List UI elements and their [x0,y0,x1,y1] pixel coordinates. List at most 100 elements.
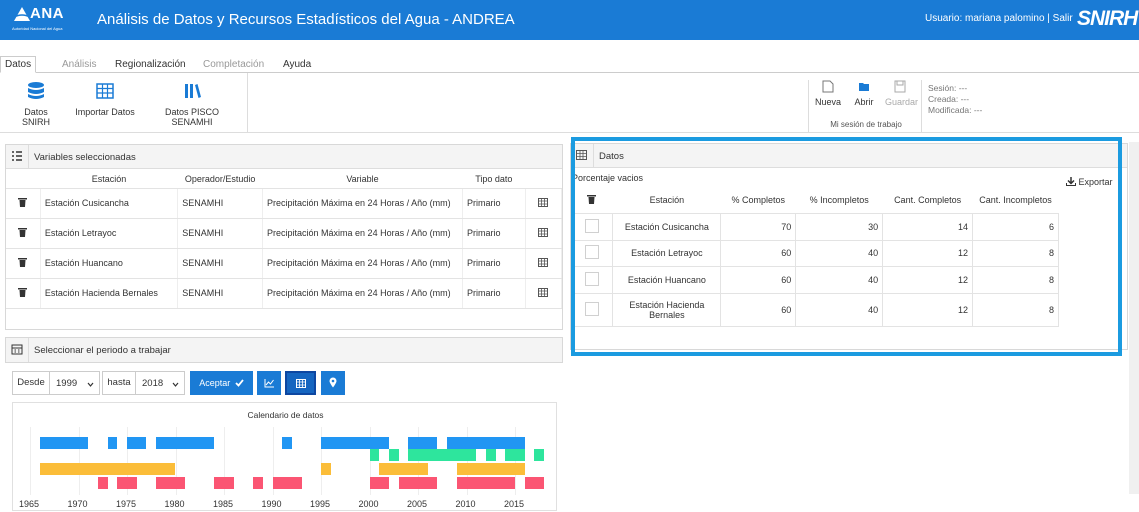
guardar-button[interactable]: Guardar [885,80,919,107]
delete-button[interactable] [6,218,41,249]
view-table-button[interactable] [525,278,563,309]
desde-value: 1999 [56,378,78,389]
table-row: Estación Cusicancha SENAMHI Precipitació… [6,188,563,219]
import-data-label: Importar Datos [75,107,135,117]
hasta-label: hasta [103,372,136,394]
tipo-cell: Primario [462,218,526,249]
operador-cell: SENAMHI [177,188,264,219]
table-icon [538,287,549,297]
calendar-bar [39,463,176,475]
calendar-bar [214,477,234,489]
hasta-value: 2018 [142,378,164,389]
guardar-label: Guardar [885,97,919,107]
x-tick-label: 1990 [261,499,282,509]
tipo-cell: Primario [462,278,526,309]
view-table-button[interactable] [525,218,563,249]
calendar-bar [321,437,389,449]
variable-cell: Precipitación Máxima en 24 Horas / Año (… [262,188,463,219]
period-panel-header: Seleccionar el periodo a trabajar [6,338,562,362]
table-row: Estación Letrayoc SENAMHI Precipitación … [6,218,563,249]
map-view-button[interactable] [321,371,345,395]
pisco-senamhi-label: Datos PISCO SENAMHI [164,107,220,127]
variables-panel-header: Variables seleccionadas [6,145,562,169]
desde-select[interactable]: Desde 1999 [12,371,100,395]
logo-text: ANA [30,5,64,22]
highlight-frame [571,137,1122,356]
table-icon [538,257,549,267]
calendar-bar [505,449,525,461]
session-caption: Mi sesión de trabajo [830,120,902,129]
column-header: Estación [40,170,178,189]
grid-line [30,427,31,495]
view-table-button[interactable] [525,188,563,219]
table-view-button[interactable] [285,371,316,395]
app-title: Análisis de Datos y Recursos Estadístico… [97,11,515,28]
calendar-bar [408,449,477,461]
session-modified: Modificada: --- [928,105,983,115]
map-marker-icon [329,377,337,388]
calendar-bar [456,463,525,475]
table-header-row: Estación Operador/Estudio Variable Tipo … [6,170,562,189]
chevron-down-icon [87,382,94,387]
nueva-button[interactable]: Nueva [813,80,843,107]
chevron-down-icon [172,382,179,387]
session-name: Sesión: --- [928,83,968,93]
calendar-bar [156,477,186,489]
desde-label: Desde [13,372,50,394]
calendar-icon [11,344,23,355]
user-logout-link[interactable]: Usuario: mariana palomino | Salir [925,13,1073,24]
data-calendar-chart: Calendario de datos 1965 1970 1975 1980 1985… [12,402,557,511]
calendar-bar [107,437,118,449]
header-separator [28,338,29,362]
table-icon [96,83,114,99]
hasta-select[interactable]: hasta 2018 [102,371,185,395]
session-created: Creada: --- [928,94,970,104]
calendar-bar [369,477,389,489]
calendar-bar [534,449,545,461]
delete-button[interactable] [6,278,41,309]
calendar-bar [524,477,545,489]
estacion-cell: Estación Letrayoc [40,218,179,249]
operador-cell: SENAMHI [177,248,264,279]
snirh-logo: SNIRH [1077,7,1138,30]
menu-tab-ayuda[interactable]: Ayuda [283,59,311,70]
vertical-scrollbar[interactable] [1129,142,1139,494]
calendar-bar [127,437,147,449]
tipo-cell: Primario [462,188,526,219]
toolbar-divider [247,73,248,133]
chart-view-button[interactable] [257,371,281,395]
menu-tab-datos[interactable]: Datos [0,56,37,73]
accept-button[interactable]: Aceptar [190,371,253,395]
column-header: Tipo dato [462,170,526,189]
tipo-cell: Primario [462,248,526,279]
list-icon [12,151,22,161]
calendar-bar [379,463,428,475]
datos-snirh-button[interactable]: Datos SNIRH [10,81,62,127]
x-tick-label: 1965 [19,499,40,509]
import-data-button[interactable]: Importar Datos [72,81,138,117]
calendar-bar [97,477,108,489]
delete-button[interactable] [6,188,41,219]
menu-tab-analisis[interactable]: Análisis [62,59,96,70]
calendar-bar [156,437,215,449]
delete-button[interactable] [6,248,41,279]
calendar-bar [321,463,331,475]
variables-panel: Variables seleccionadas Estación Operado… [5,144,563,330]
logo-subtext: Autoridad Nacional del Agua [12,26,63,31]
calendar-bar [272,477,302,489]
datos-snirh-label: Datos SNIRH [21,107,50,127]
header-separator [28,145,29,169]
view-column-header [525,170,562,189]
estacion-cell: Estación Hacienda Bernales [40,278,179,309]
view-table-button[interactable] [525,248,563,279]
calendar-bar [369,449,380,461]
pisco-senamhi-button[interactable]: Datos PISCO SENAMHI [144,81,240,127]
menu-tab-regionalizacion[interactable]: Regionalización [115,59,186,70]
variables-table: Estación Operador/Estudio Variable Tipo … [6,170,563,309]
abrir-button[interactable]: Abrir [849,80,879,107]
ana-logo: ANA Autoridad Nacional del Agua [12,5,74,37]
main-menu: Datos Análisis Regionalización Completac… [0,56,1139,73]
period-title: Seleccionar el periodo a trabajar [34,345,171,356]
menu-tab-completacion[interactable]: Completación [203,59,264,70]
abrir-label: Abrir [854,97,874,107]
